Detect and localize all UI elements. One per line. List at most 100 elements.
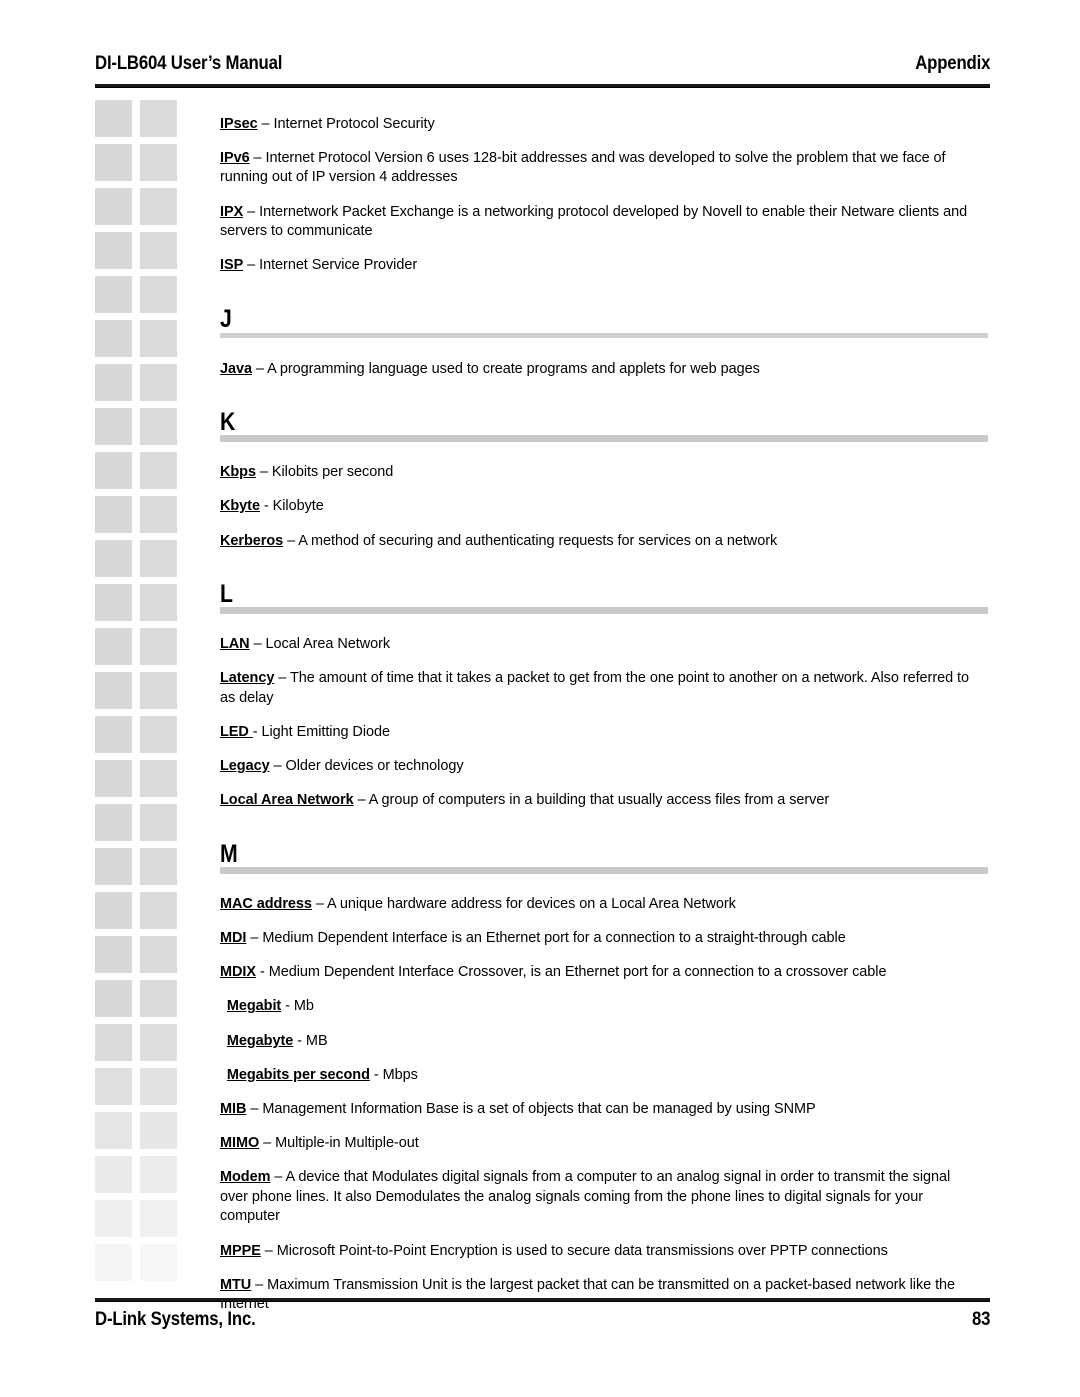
glossary-term: IPsec — [220, 115, 258, 132]
page-header: DI-LB604 User’s Manual Appendix — [95, 52, 990, 75]
decorative-square — [95, 760, 132, 797]
glossary-entry: Modem – A device that Modulates digital … — [220, 1168, 976, 1227]
section-letter: L — [220, 580, 233, 609]
section-letter: M — [220, 839, 238, 868]
glossary-entry: Kbyte - Kilobyte — [220, 497, 976, 517]
footer-company-name: D-Link Systems, Inc. — [95, 1308, 256, 1330]
glossary-entry: IPv6 – Internet Protocol Version 6 uses … — [220, 149, 976, 188]
glossary-entry: Latency – The amount of time that it tak… — [220, 669, 976, 708]
decorative-square — [95, 584, 132, 621]
glossary-term: LAN — [220, 636, 250, 653]
glossary-entry: IPX – Internetwork Packet Exchange is a … — [220, 203, 976, 242]
glossary-definition: – Microsoft Point-to-Point Encryption is… — [260, 1242, 888, 1259]
letter-section-heading: M — [220, 839, 988, 875]
footer-page-number: 83 — [971, 1308, 990, 1330]
decorative-square — [95, 892, 132, 929]
decorative-square — [95, 936, 132, 973]
glossary-definition: – Internet Service Provider — [243, 257, 418, 274]
glossary-definition: – Multiple-in Multiple-out — [259, 1135, 419, 1152]
glossary-entry: MDI – Medium Dependent Interface is an E… — [220, 929, 976, 949]
decorative-square — [140, 760, 177, 797]
glossary-definition: – Internet Protocol Version 6 uses 128-b… — [220, 149, 946, 186]
decorative-square — [140, 1156, 177, 1193]
glossary-term: Megabit — [226, 998, 282, 1015]
header-section-label: Appendix — [914, 52, 990, 74]
decorative-square — [95, 716, 132, 753]
decorative-square — [95, 320, 132, 357]
glossary-definition: – A method of securing and authenticatin… — [283, 532, 778, 549]
decorative-square — [140, 848, 177, 885]
letter-section-heading: L — [220, 581, 988, 615]
decorative-square — [140, 584, 177, 621]
page-footer: D-Link Systems, Inc. 83 — [95, 1308, 990, 1331]
decorative-square-grid — [95, 100, 180, 1281]
glossary-term: Megabyte — [226, 1032, 294, 1049]
decorative-square — [140, 892, 177, 929]
glossary-definition: – Older devices or technology — [269, 758, 464, 775]
glossary-term: Java — [220, 360, 252, 377]
glossary-term: MPPE — [220, 1242, 261, 1259]
glossary-definition: – Management Information Base is a set o… — [246, 1101, 816, 1117]
glossary-entry: MIMO – Multiple-in Multiple-out — [220, 1134, 976, 1154]
decorative-square — [140, 628, 177, 665]
glossary-entry: Megabits per second - Mbps — [220, 1066, 976, 1086]
glossary-definition: – A unique hardware address for devices … — [311, 895, 736, 912]
footer-rule — [95, 1298, 990, 1302]
glossary-entry: LED - Light Emitting Diode — [220, 723, 976, 743]
letter-section-heading: J — [220, 304, 988, 340]
decorative-square — [95, 804, 132, 841]
section-letter: J — [220, 304, 232, 333]
decorative-square — [95, 1024, 132, 1061]
decorative-square — [140, 188, 177, 225]
decorative-square — [140, 1244, 177, 1281]
decorative-square — [140, 364, 177, 401]
glossary-term: Kbyte — [220, 498, 260, 515]
section-letter: K — [220, 408, 236, 437]
decorative-square — [140, 980, 177, 1017]
decorative-square — [95, 980, 132, 1017]
glossary-content: IPsec – Internet Protocol Security IPv6 –… — [220, 100, 988, 1327]
decorative-square — [95, 1200, 132, 1237]
glossary-definition: – Local Area Network — [249, 636, 391, 653]
glossary-definition: - Mb — [281, 998, 314, 1015]
glossary-definition: – Kilobits per second — [255, 464, 394, 481]
header-rule — [95, 84, 990, 88]
glossary-term: MDI — [220, 930, 247, 947]
decorative-square — [95, 232, 132, 269]
decorative-square — [95, 100, 132, 137]
decorative-square — [140, 716, 177, 753]
letter-section-heading: K — [220, 409, 988, 443]
glossary-entry: Megabit - Mb — [220, 997, 976, 1017]
section-divider-rule — [220, 866, 988, 874]
glossary-entry: LAN – Local Area Network — [220, 635, 976, 655]
glossary-entry: Legacy – Older devices or technology — [220, 757, 976, 777]
decorative-square — [95, 540, 132, 577]
glossary-term: MAC address — [220, 895, 312, 912]
decorative-square — [140, 144, 177, 181]
glossary-term: ISP — [220, 257, 244, 274]
glossary-entry: Java – A programming language used to cr… — [220, 360, 976, 380]
decorative-square — [95, 144, 132, 181]
decorative-square — [95, 628, 132, 665]
decorative-square — [140, 936, 177, 973]
decorative-square — [95, 452, 132, 489]
decorative-square — [95, 276, 132, 313]
decorative-square — [140, 496, 177, 533]
decorative-square — [140, 100, 177, 137]
glossary-entry: MIB – Management Information Base is a s… — [220, 1100, 976, 1120]
glossary-term: MIB — [220, 1101, 247, 1117]
glossary-definition: - Mbps — [369, 1066, 418, 1083]
decorative-square — [140, 232, 177, 269]
glossary-definition: - MB — [293, 1032, 328, 1049]
glossary-term: MIMO — [220, 1135, 260, 1152]
glossary-entry: MPPE – Microsoft Point-to-Point Encrypti… — [220, 1242, 976, 1262]
glossary-term: IPX — [220, 203, 244, 220]
header-manual-title: DI-LB604 User’s Manual — [95, 52, 283, 74]
decorative-square — [140, 1112, 177, 1149]
decorative-square — [95, 408, 132, 445]
glossary-entry: Kbps – Kilobits per second — [220, 463, 976, 483]
glossary-definition: – A device that Modulates digital signal… — [220, 1169, 951, 1225]
decorative-square — [140, 804, 177, 841]
decorative-square — [140, 1200, 177, 1237]
glossary-entry: IPsec – Internet Protocol Security — [220, 115, 976, 135]
